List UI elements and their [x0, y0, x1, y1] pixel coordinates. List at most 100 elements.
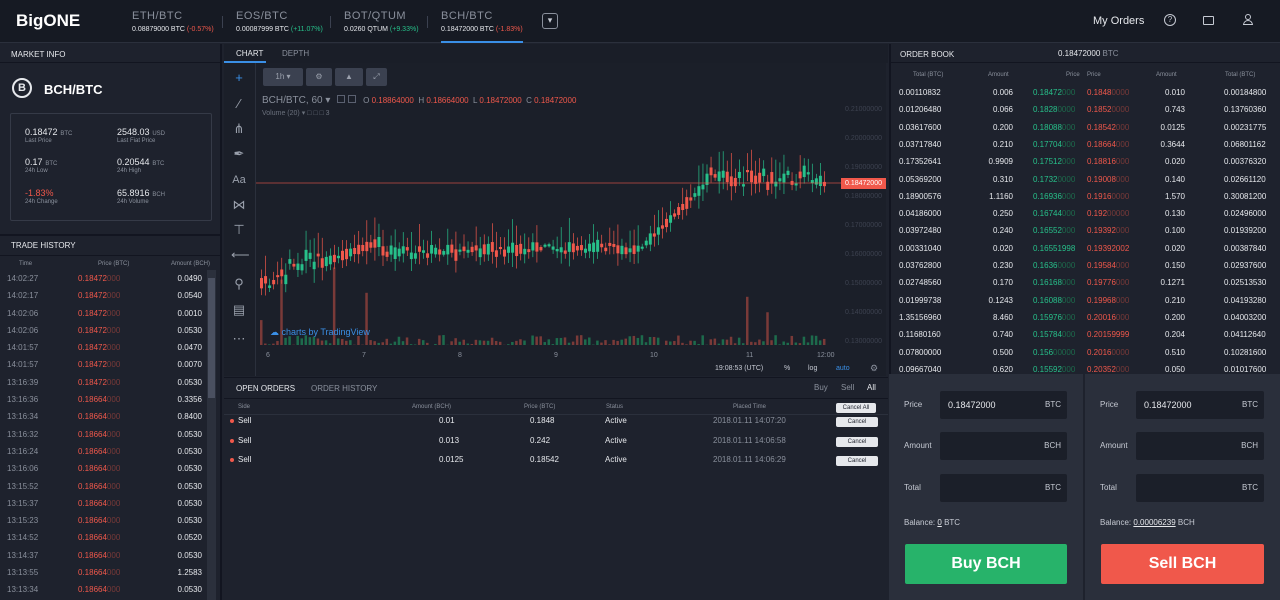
order-book-row[interactable]: 0.17352641 0.9909 0.17512000 0.18816000 0.02… [889, 153, 1280, 170]
order-book-row[interactable]: 0.03717840 0.210 0.17704000 0.18664000 0.364… [889, 136, 1280, 153]
buy-button[interactable]: Buy BCH [905, 544, 1067, 584]
zoom-icon[interactable]: ⚲ [231, 276, 247, 292]
ask-price: 0.18480000 [1087, 88, 1129, 97]
pitchfork-icon[interactable]: ⋔ [231, 121, 247, 137]
my-orders-link[interactable]: My Orders [1093, 15, 1144, 27]
bid-price-zeros: 000 [1061, 139, 1076, 149]
ruler-icon[interactable]: ▤ [231, 302, 247, 318]
filter-sell[interactable]: Sell [841, 383, 854, 392]
volume-bar [511, 341, 514, 345]
cancel-order-button[interactable]: Cancel [836, 436, 878, 447]
order-book-row[interactable]: 0.00110832 0.006 0.18472000 0.18480000 0.010… [889, 84, 1280, 101]
pattern-icon[interactable]: ⋈ [231, 197, 247, 213]
order-book-row[interactable]: 0.05369200 0.310 0.17320000 0.19008000 0.140… [889, 171, 1280, 188]
crosshair-icon[interactable]: + [231, 70, 247, 86]
candle [413, 253, 417, 259]
ask-total: 0.13760360 [1224, 105, 1267, 115]
trade-amount: 0.0530 [177, 585, 202, 595]
ask-amount: 0.130 [1164, 209, 1185, 219]
market-tab-bot-qtum[interactable]: BOT/QTUM 0.0260 QTUM (+9.33%) [344, 10, 419, 43]
candle [770, 172, 774, 184]
sell-button[interactable]: Sell BCH [1101, 544, 1264, 584]
more-icon[interactable]: ⋯ [231, 331, 247, 347]
candle [519, 243, 523, 254]
order-book-row[interactable]: 0.01999738 0.1243 0.16088000 0.19968000 0.21… [889, 292, 1280, 309]
market-tab-eos-btc[interactable]: EOS/BTC 0.00087999 BTC (+11.07%) [236, 10, 323, 43]
candle [409, 252, 413, 260]
volume-bar [762, 341, 765, 345]
sell-amount-input[interactable]: BCH [1136, 432, 1264, 460]
x-tick: 7 [362, 352, 366, 359]
order-book-row[interactable]: 0.02748560 0.170 0.16168000 0.19776000 0.127… [889, 274, 1280, 291]
tab-order-history[interactable]: ORDER HISTORY [311, 384, 377, 393]
back-arrow-icon[interactable]: ⟵ [231, 247, 250, 263]
buy-total-input[interactable]: BTC [940, 474, 1067, 502]
candle [571, 243, 575, 253]
order-book-row[interactable]: 0.18900576 1.1160 0.16936000 0.19160000 1.57… [889, 188, 1280, 205]
order-book-row[interactable]: 0.11680160 0.740 0.15784000 0.20159999 0.204… [889, 326, 1280, 343]
cancel-order-button[interactable]: Cancel [836, 417, 878, 427]
order-book-row[interactable]: 1.35156960 8.460 0.15976000 0.20016000 0.200… [889, 309, 1280, 326]
trade-row: 13:16:32 0.18664000 0.0530 [0, 426, 205, 443]
buy-price-input[interactable]: 0.18472000 BTC [940, 391, 1067, 419]
trade-history-scrollbar[interactable] [207, 270, 216, 600]
market-tab-eth-btc[interactable]: ETH/BTC 0.08879000 BTC (-0.57%) [132, 10, 214, 43]
buy-price-label: Price [904, 400, 923, 409]
volume-bar [632, 335, 636, 345]
volume-bar [385, 338, 389, 345]
trade-price: 0.18664000 [78, 585, 120, 594]
order-book-row[interactable]: 0.03617600 0.200 0.18088000 0.18542000 0.012… [889, 119, 1280, 136]
volume-bar [563, 337, 567, 345]
tab-depth[interactable]: DEPTH [282, 49, 309, 58]
user-icon[interactable] [1243, 14, 1253, 26]
candle [535, 242, 539, 252]
order-book-row[interactable]: 0.01206480 0.066 0.18280000 0.18520000 0.743… [889, 101, 1280, 118]
order-price: 0.1848 [530, 416, 555, 425]
indicators-icon[interactable]: ▲ [335, 68, 363, 86]
help-icon[interactable]: ? [1164, 14, 1176, 26]
candle [656, 227, 660, 235]
volume-bar [320, 340, 324, 345]
trade-price: 0.18664000 [78, 447, 120, 456]
chart-settings-icon[interactable]: ⚙ [870, 363, 878, 374]
tradingview-brand[interactable]: ☁ charts by TradingView [270, 327, 370, 338]
order-book-row[interactable]: 0.07800000 0.500 0.15600000 0.20160000 0.510… [889, 344, 1280, 361]
order-book-row[interactable]: 0.03972480 0.240 0.16552000 0.19392000 0.100… [889, 222, 1280, 239]
order-book-row[interactable]: 0.04186000 0.250 0.16744000 0.19200000 0.130… [889, 205, 1280, 222]
sell-price-input[interactable]: 0.18472000 BTC [1136, 391, 1264, 419]
candle [490, 242, 494, 252]
markets-dropdown-button[interactable]: ▾ [542, 13, 558, 29]
logo[interactable]: BigONE [16, 11, 80, 31]
filter-all[interactable]: All [867, 383, 876, 392]
cancel-order-button[interactable]: Cancel [836, 456, 878, 466]
auto-toggle[interactable]: auto [836, 365, 850, 372]
candle [713, 174, 717, 178]
order-book-row[interactable]: 0.03762800 0.230 0.16360000 0.19584000 0.150… [889, 257, 1280, 274]
tab-chart[interactable]: CHART [236, 49, 263, 58]
bid-total: 1.35156960 [899, 312, 942, 322]
tab-open-orders[interactable]: OPEN ORDERS [236, 384, 295, 393]
ask-price: 0.18816000 [1087, 157, 1129, 166]
measure-icon[interactable]: ⊤ [231, 222, 247, 238]
log-toggle[interactable]: log [808, 365, 817, 372]
buy-amount-input[interactable]: BCH [940, 432, 1067, 460]
percent-toggle[interactable]: % [784, 365, 790, 372]
text-tool-icon[interactable]: Aa [231, 172, 247, 188]
ask-price-main: 0.19776 [1087, 278, 1116, 288]
pair-name: BCH/BTC [44, 82, 103, 97]
volume-bar [750, 341, 753, 345]
sell-total-input[interactable]: BTC [1136, 474, 1264, 502]
settings-gear-icon[interactable]: ⚙ [306, 68, 332, 86]
interval-select[interactable]: 1h ▾ [263, 68, 303, 86]
filter-buy[interactable]: Buy [814, 383, 828, 392]
brush-icon[interactable]: ✒ [231, 146, 247, 162]
trade-amount: 0.3356 [177, 395, 202, 405]
trend-line-icon[interactable]: ∕ [231, 96, 247, 112]
order-time: 2018.01.11 14:06:58 [713, 435, 786, 445]
mail-icon[interactable] [1203, 16, 1214, 25]
cancel-all-button[interactable]: Cancel All [836, 403, 876, 413]
market-tab-bch-btc[interactable]: BCH/BTC 0.18472000 BTC (-1.83%) [441, 10, 523, 43]
price-zeros: 000 [106, 343, 121, 353]
fullscreen-icon[interactable]: ⤢ [366, 68, 387, 86]
order-book-row[interactable]: 0.00331040 0.020 0.16551998 0.19392002 0.020… [889, 240, 1280, 257]
